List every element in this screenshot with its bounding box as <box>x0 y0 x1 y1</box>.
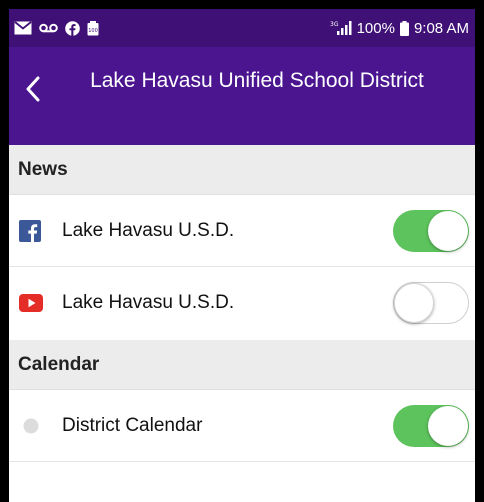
back-button[interactable] <box>15 71 51 107</box>
app-header: Lake Havasu Unified School District <box>9 47 475 145</box>
battery-icon <box>399 20 409 36</box>
battery-percent: 100% <box>356 19 395 37</box>
svg-text:3G: 3G <box>330 21 339 28</box>
toggle-switch[interactable] <box>393 404 469 447</box>
section-header-calendar: Calendar <box>9 340 475 390</box>
section-header-news: News <box>9 145 475 195</box>
toggle-knob <box>428 405 468 446</box>
status-right: 3G 100% 9:08 AM <box>330 20 475 37</box>
facebook-icon <box>65 20 80 36</box>
item-label: Lake Havasu U.S.D. <box>62 292 235 313</box>
status-bar: 100 3G 100% 9:08 AM <box>9 9 475 47</box>
list-item: Lake Havasu U.S.D. <box>9 267 475 339</box>
item-label: Lake Havasu U.S.D. <box>62 219 235 241</box>
mail-icon <box>14 21 32 35</box>
item-label: District Calendar <box>62 414 203 436</box>
section-label: News <box>18 159 68 180</box>
calendar-dot-icon <box>23 418 39 434</box>
page-title: Lake Havasu Unified School District <box>90 69 424 92</box>
voicemail-icon <box>39 23 58 33</box>
toggle-knob <box>428 210 468 251</box>
clock: 9:08 AM <box>413 19 469 37</box>
toggle-switch[interactable] <box>393 282 469 324</box>
toggle-switch[interactable] <box>393 209 469 252</box>
signal-icon: 3G <box>330 20 352 36</box>
status-left-icons: 100 <box>9 20 99 36</box>
svg-text:100: 100 <box>88 28 98 34</box>
facebook-icon <box>19 219 41 242</box>
app-screen: 100 3G 100% 9:08 AM Lake Havasu Unified … <box>9 9 475 502</box>
section-label: Calendar <box>18 354 100 375</box>
list-item: Lake Havasu U.S.D. <box>9 195 475 267</box>
toggle-knob <box>394 283 434 323</box>
list-item: District Calendar <box>9 390 475 462</box>
chevron-left-icon <box>26 76 40 102</box>
notification-icon: 100 <box>87 20 99 36</box>
youtube-icon <box>19 294 43 312</box>
